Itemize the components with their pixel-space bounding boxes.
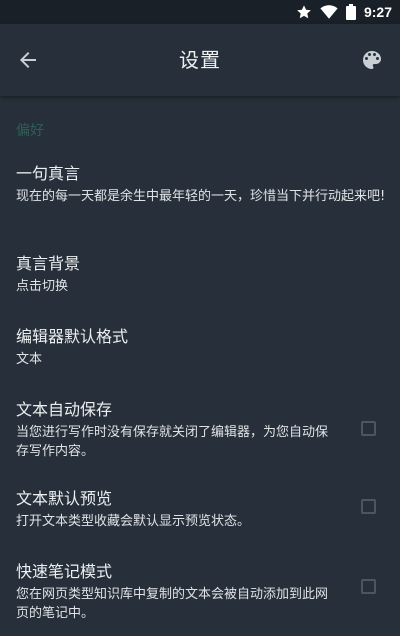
status-bar: 9:27 bbox=[0, 0, 400, 24]
section-header: 偏好 bbox=[16, 123, 44, 139]
pref-title: 文本默认预览 bbox=[16, 489, 113, 508]
default-preview-checkbox[interactable] bbox=[361, 499, 376, 514]
pref-quote[interactable]: 一句真言 现在的每一天都是余生中最年轻的一天，珍惜当下并行动起来吧! bbox=[0, 164, 400, 234]
page-title: 设置 bbox=[179, 48, 221, 72]
pref-title: 编辑器默认格式 bbox=[16, 327, 129, 346]
status-time: 9:27 bbox=[363, 4, 392, 20]
pref-default-preview[interactable]: 文本默认预览 打开文本类型收藏会默认显示预览状态。 bbox=[0, 489, 400, 539]
pref-editor-format[interactable]: 编辑器默认格式 文本 bbox=[0, 327, 400, 377]
quick-note-checkbox[interactable] bbox=[361, 579, 376, 594]
theme-button[interactable] bbox=[356, 44, 388, 76]
pref-title: 文本自动保存 bbox=[16, 400, 113, 419]
wifi-icon bbox=[320, 4, 338, 20]
status-icons: 9:27 bbox=[296, 0, 392, 24]
app-bar: 设置 bbox=[0, 24, 400, 96]
pref-summary: 打开文本类型收藏会默认显示预览状态。 bbox=[16, 514, 251, 529]
pref-summary: 现在的每一天都是余生中最年轻的一天，珍惜当下并行动起来吧! bbox=[16, 189, 386, 204]
pref-summary: 您在网页类型知识库中复制的文本会被自动添加到此网页的笔记中。 bbox=[16, 587, 329, 621]
pref-title: 真言背景 bbox=[16, 254, 81, 273]
pref-title: 快速笔记模式 bbox=[16, 562, 113, 581]
palette-icon bbox=[363, 51, 381, 69]
pref-summary: 当您进行写作时没有保存就关闭了编辑器，为您自动保存写作内容。 bbox=[16, 425, 329, 459]
settings-list: 偏好 一句真言 现在的每一天都是余生中最年轻的一天，珍惜当下并行动起来吧! 真言… bbox=[0, 96, 400, 636]
battery-icon bbox=[345, 4, 356, 20]
pref-summary: 文本 bbox=[16, 352, 43, 367]
autosave-checkbox[interactable] bbox=[361, 421, 376, 436]
pref-title: 一句真言 bbox=[16, 164, 81, 183]
star-icon bbox=[296, 4, 312, 20]
pref-quote-background[interactable]: 真言背景 点击切换 bbox=[0, 254, 400, 304]
pref-summary: 点击切换 bbox=[16, 279, 69, 294]
pref-autosave[interactable]: 文本自动保存 当您进行写作时没有保存就关闭了编辑器，为您自动保存写作内容。 bbox=[0, 400, 400, 464]
pref-quick-note[interactable]: 快速笔记模式 您在网页类型知识库中复制的文本会被自动添加到此网页的笔记中。 bbox=[0, 562, 400, 626]
